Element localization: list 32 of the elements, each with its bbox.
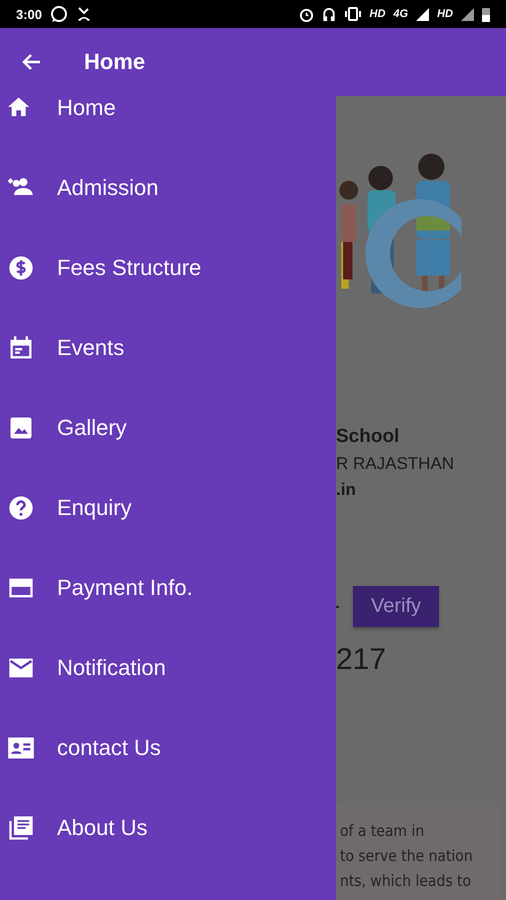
signal-icon <box>461 8 474 20</box>
network-label: 4G <box>393 8 408 20</box>
website-text: .in <box>336 480 357 500</box>
network-label: HD <box>370 8 386 20</box>
about-text-line: nts, which leads to <box>340 871 472 892</box>
menu-item[interactable]: Payment Info. <box>0 548 336 628</box>
school-address: R RAJASTHAN <box>336 454 456 474</box>
headphones-icon <box>322 6 336 22</box>
clock-time: 3:00 <box>16 6 42 22</box>
school-name: School <box>336 426 400 448</box>
signal-icon <box>416 8 430 20</box>
menu-item[interactable]: About Us <box>0 788 336 868</box>
menu-item[interactable]: Admission <box>0 148 336 228</box>
menu-item[interactable]: Fees Structure <box>0 228 336 308</box>
menu-item[interactable]: Enquiry <box>0 468 336 548</box>
help-icon <box>7 494 35 522</box>
menu-item[interactable]: Events <box>0 308 336 388</box>
menu-item[interactable]: Notification <box>0 628 336 708</box>
missed-call-icon <box>76 6 92 22</box>
vibrate-icon <box>344 7 362 21</box>
battery-icon <box>482 6 490 22</box>
network-label: HD <box>437 8 453 20</box>
verify-button[interactable]: Verify <box>353 586 440 628</box>
menu-item[interactable]: Gallery <box>0 388 336 468</box>
number-text: 217 <box>336 643 388 678</box>
menu-item[interactable]: contact Us <box>0 708 336 788</box>
alarm-icon <box>298 6 314 22</box>
chat-icon <box>50 5 68 23</box>
book-icon <box>7 814 35 842</box>
dollar-icon <box>7 254 35 282</box>
about-text-line: to serve the nation <box>340 846 474 868</box>
about-text-line: of a team in <box>340 821 426 842</box>
